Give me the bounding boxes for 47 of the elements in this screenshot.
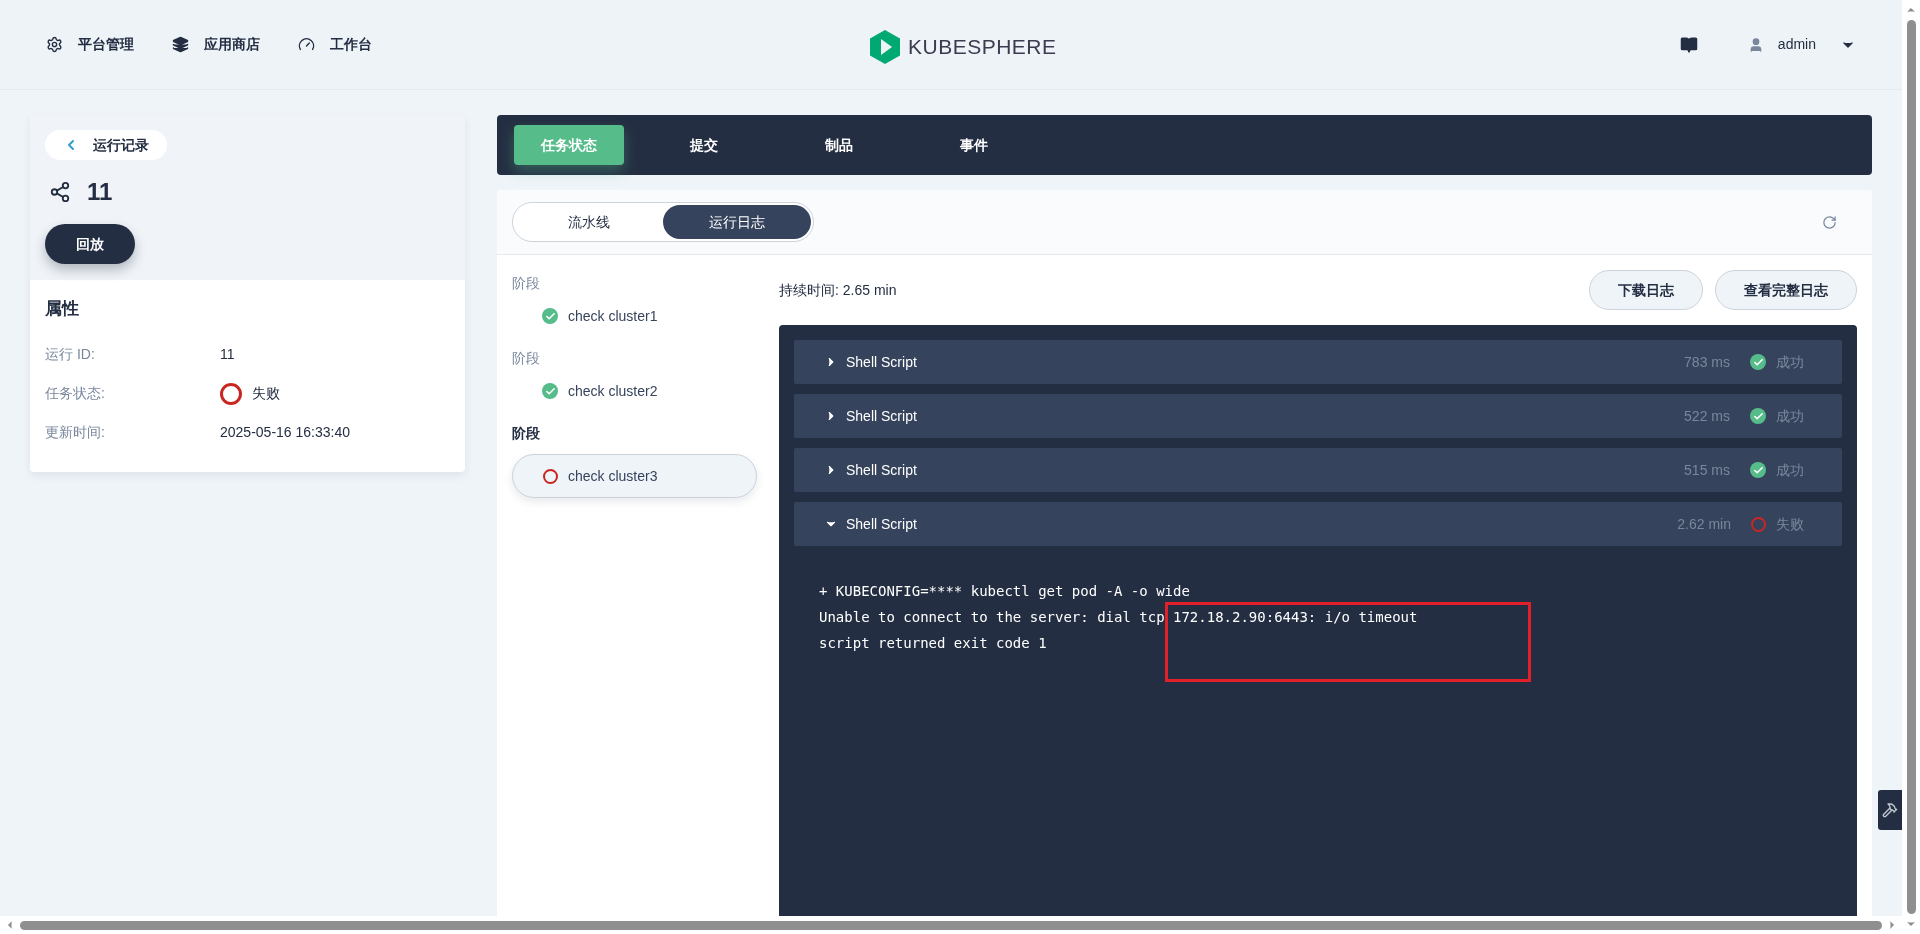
property-label: 任务状态: bbox=[45, 384, 106, 403]
stage-label: 阶段 bbox=[512, 349, 541, 368]
stage-item[interactable]: check cluster1 bbox=[512, 304, 764, 328]
log-button[interactable]: 下载日志 bbox=[1589, 270, 1703, 310]
pipeline-icon bbox=[49, 181, 71, 203]
log-step[interactable]: Shell Script 2.62 min 失败 bbox=[794, 502, 1842, 546]
tab[interactable]: 制品 bbox=[784, 125, 894, 165]
property-label: 更新时间: bbox=[45, 423, 106, 442]
tab[interactable]: 提交 bbox=[649, 125, 759, 165]
user-menu[interactable]: admin bbox=[1747, 34, 1856, 55]
stage-item[interactable]: check cluster2 bbox=[512, 379, 764, 403]
log-step[interactable]: Shell Script 783 ms 成功 bbox=[794, 340, 1842, 384]
tool-button[interactable] bbox=[1878, 790, 1902, 830]
log-step[interactable]: Shell Script 522 ms 成功 bbox=[794, 394, 1842, 438]
hammer-icon bbox=[1882, 802, 1898, 818]
property-value: 11 bbox=[220, 345, 235, 364]
section-title: 属性 bbox=[45, 298, 80, 320]
vertical-scrollbar[interactable] bbox=[1902, 0, 1920, 934]
back-button[interactable]: 运行记录 bbox=[45, 130, 167, 160]
log-line: Unable to connect to the server: dial tcp 172.18.2.90:6443: i/o timeout bbox=[819, 608, 1419, 627]
toggle-option[interactable]: 流水线 bbox=[515, 205, 663, 239]
replay-button[interactable]: 回放 bbox=[45, 224, 135, 264]
property-value: 失败 bbox=[252, 384, 280, 403]
gear-icon bbox=[46, 36, 63, 53]
dial-icon bbox=[298, 36, 315, 53]
log-line: script returned exit code 1 bbox=[819, 634, 1048, 653]
nav-link[interactable]: 应用商店 bbox=[172, 34, 260, 55]
run-number: 11 bbox=[87, 177, 113, 207]
stage-item[interactable]: check cluster3 bbox=[512, 454, 757, 498]
horizontal-scrollbar[interactable] bbox=[0, 916, 1902, 934]
stage-label: 阶段 bbox=[512, 274, 541, 293]
stage-label: 阶段 bbox=[512, 424, 541, 443]
log-line: + KUBECONFIG=**** kubectl get pod -A -o wide bbox=[819, 582, 1191, 601]
property-value: 2025-05-16 16:33:40 bbox=[220, 423, 350, 442]
nav-link[interactable]: 工作台 bbox=[298, 34, 372, 55]
logo-icon bbox=[870, 30, 900, 64]
log-step[interactable]: Shell Script 515 ms 成功 bbox=[794, 448, 1842, 492]
duration-text: 持续时间: 2.65 min bbox=[779, 280, 897, 300]
log-button[interactable]: 查看完整日志 bbox=[1715, 270, 1857, 310]
layers-icon bbox=[172, 36, 189, 53]
logo-text: KUBESPHERE bbox=[908, 34, 1057, 61]
tab[interactable]: 事件 bbox=[919, 125, 1029, 165]
refresh-icon[interactable] bbox=[1822, 214, 1837, 230]
property-label: 运行 ID: bbox=[45, 345, 96, 364]
book-icon[interactable] bbox=[1679, 35, 1698, 54]
nav-link[interactable]: 平台管理 bbox=[46, 34, 134, 55]
toggle-option[interactable]: 运行日志 bbox=[663, 205, 811, 239]
